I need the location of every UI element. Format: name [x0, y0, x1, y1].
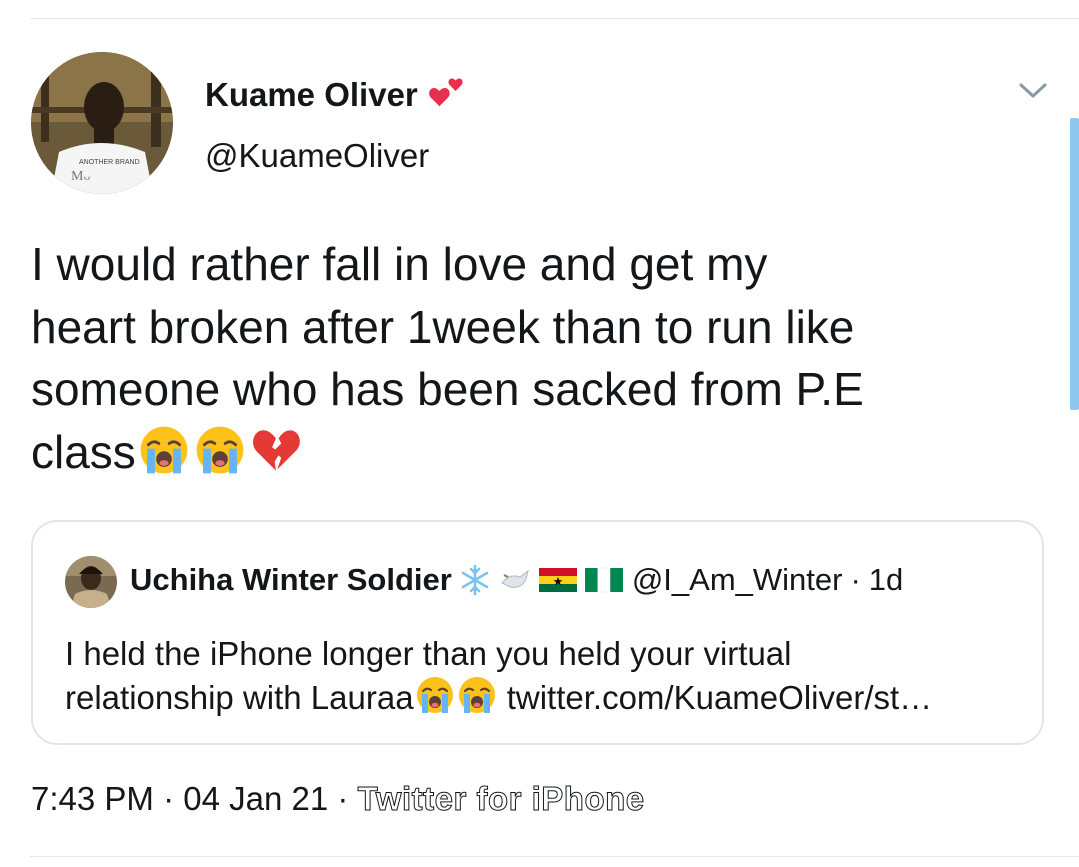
- author-handle[interactable]: @KuameOliver: [205, 137, 429, 175]
- quoted-author-handle[interactable]: @I_Am_Winter: [632, 562, 843, 598]
- loudly-crying-face-icon: [456, 675, 498, 715]
- top-divider: [30, 18, 1079, 19]
- ghana-flag-icon: [538, 568, 577, 592]
- quoted-header: Uchiha Winter Soldier @I_Am_Winter · 1d: [130, 562, 903, 598]
- dove-icon: [501, 569, 529, 588]
- quoted-link[interactable]: twitter.com/KuameOliver/st…: [507, 679, 932, 716]
- tweet-line: class: [31, 425, 136, 478]
- two-hearts-icon: [428, 72, 466, 118]
- tweet-source-link[interactable]: Twitter for iPhone: [357, 780, 645, 818]
- loudly-crying-face-icon: [136, 424, 192, 476]
- separator: ·: [163, 780, 175, 817]
- quoted-line: relationship with Lauraa: [65, 679, 414, 716]
- broken-heart-icon: [248, 424, 304, 476]
- author-avatar[interactable]: ANOTHER BRAND Mᴗ: [31, 52, 173, 194]
- separator: ·: [850, 562, 861, 597]
- author-name[interactable]: Kuame Oliver: [205, 72, 466, 118]
- author-name-text: Kuame Oliver: [205, 76, 418, 113]
- tweet-text: I would rather fall in love and get my h…: [31, 233, 1041, 483]
- quoted-author-name[interactable]: Uchiha Winter Soldier: [130, 562, 452, 598]
- chevron-down-icon[interactable]: [1018, 78, 1048, 102]
- loudly-crying-face-icon: [414, 675, 456, 715]
- quoted-author-avatar[interactable]: [65, 556, 117, 608]
- tweet-line: heart broken after 1week than to run lik…: [31, 300, 855, 353]
- svg-text:Mᴗ: Mᴗ: [71, 169, 90, 184]
- tweet-date: 04 Jan 21: [183, 780, 329, 817]
- loudly-crying-face-icon: [192, 424, 248, 476]
- quoted-tweet-age: 1d: [868, 562, 904, 597]
- quoted-line-2: relationship with Lauraa twitter.com/Kua…: [65, 675, 932, 719]
- snowflake-icon: [461, 564, 489, 596]
- quoted-tweet-card[interactable]: Uchiha Winter Soldier @I_Am_Winter · 1d …: [31, 520, 1044, 745]
- tweet-line: someone who has been sacked from P.E: [31, 363, 864, 415]
- nigeria-flag-icon: [584, 567, 623, 593]
- separator: ·: [337, 780, 349, 817]
- tweet-line-last: class: [31, 421, 1041, 484]
- tweet-line: I would rather fall in love and get my: [31, 238, 768, 290]
- bottom-divider: [30, 856, 1079, 857]
- quoted-line: I held the iPhone longer than you held y…: [65, 635, 792, 672]
- quoted-tweet-text: I held the iPhone longer than you held y…: [65, 632, 932, 719]
- tweet-time: 7:43 PM: [31, 780, 154, 817]
- svg-text:ANOTHER BRAND: ANOTHER BRAND: [79, 159, 140, 166]
- scrollbar[interactable]: [1070, 118, 1079, 410]
- tweet-meta: 7:43 PM · 04 Jan 21 · Twitter for iPhone: [31, 780, 645, 818]
